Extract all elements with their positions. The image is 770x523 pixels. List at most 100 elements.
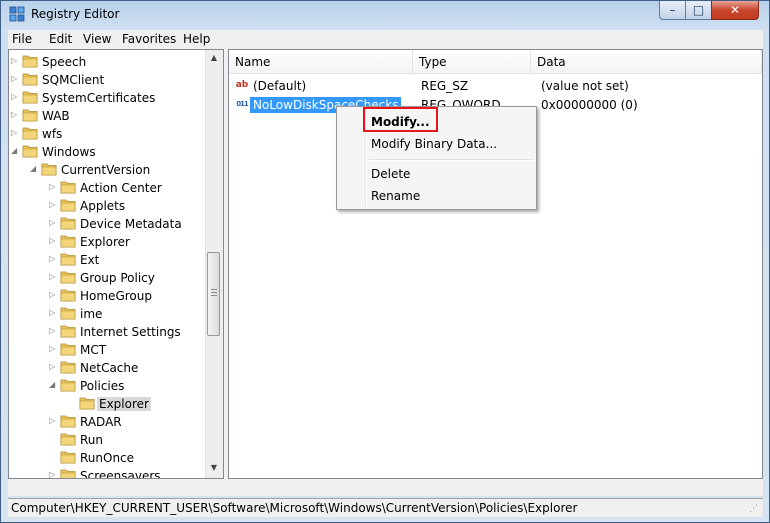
value-name: (Default) <box>253 79 307 93</box>
column-header-name[interactable]: Name <box>229 50 413 74</box>
tree-item[interactable]: ▷ SQMClient <box>11 71 211 89</box>
menu-view[interactable]: View <box>83 32 111 46</box>
binary-value-icon: 011 <box>236 100 249 108</box>
tree-item[interactable]: ▷ Group Policy <box>49 269 223 287</box>
registry-editor-window: Registry Editor – □ ✕ File Edit View Fav… <box>0 0 770 523</box>
tree-item-label: Speech <box>42 55 87 69</box>
expanded-arrow-icon[interactable]: ◢ <box>49 380 57 390</box>
menu-separator <box>369 159 534 161</box>
title-bar[interactable]: Registry Editor – □ ✕ <box>1 1 769 30</box>
expanded-arrow-icon[interactable]: ◢ <box>30 164 38 174</box>
folder-icon <box>60 469 76 478</box>
collapsed-arrow-icon[interactable]: ▷ <box>49 416 57 426</box>
tree-item[interactable]: ▷ Screensavers <box>49 467 223 479</box>
menu-edit[interactable]: Edit <box>49 32 72 46</box>
tree-item[interactable]: ▷ SystemCertificates <box>11 89 211 107</box>
tree-item[interactable]: ▷ Speech <box>11 53 211 71</box>
folder-icon <box>60 289 76 302</box>
tree-item[interactable]: ▷ Action Center <box>49 179 223 197</box>
collapsed-arrow-icon[interactable]: ▷ <box>11 92 19 102</box>
scroll-down-arrow-icon[interactable]: ▼ <box>206 460 222 476</box>
tree-item[interactable]: ◢ Policies <box>49 377 223 395</box>
tree-item[interactable]: ▷ Device Metadata <box>49 215 223 233</box>
scroll-thumb[interactable] <box>207 252 220 336</box>
minimize-button[interactable]: – <box>659 1 686 20</box>
menu-bar: File Edit View Favorites Help <box>8 30 763 49</box>
tree-item[interactable]: ▷ Applets <box>49 197 223 215</box>
folder-icon <box>22 91 38 104</box>
tree-item[interactable]: ◢ Windows <box>11 143 211 161</box>
string-value-icon: ab <box>235 80 249 90</box>
tree-item[interactable]: ▷ MCT <box>49 341 223 359</box>
tree-item-label: ime <box>80 307 103 321</box>
collapsed-arrow-icon[interactable]: ▷ <box>49 272 57 282</box>
tree-item-label: Device Metadata <box>80 217 182 231</box>
tree-scrollbar[interactable]: ▲ ▼ <box>205 50 223 478</box>
resize-grip-icon[interactable]: ⋰ <box>749 503 761 515</box>
close-button[interactable]: ✕ <box>711 1 759 20</box>
tree-item-label: MCT <box>80 343 107 357</box>
collapsed-arrow-icon[interactable]: ▷ <box>49 470 57 478</box>
collapsed-arrow-icon[interactable]: ▷ <box>49 236 57 246</box>
tree-item-label: Screensavers <box>80 469 161 479</box>
collapsed-arrow-icon[interactable]: ▷ <box>49 254 57 264</box>
tree-item-label: Ext <box>80 253 100 267</box>
tree-item[interactable]: ◢ CurrentVersion <box>30 161 223 179</box>
collapsed-arrow-icon[interactable]: ▷ <box>49 326 57 336</box>
tree-item[interactable]: ▷ HomeGroup <box>49 287 223 305</box>
tree-item[interactable]: ▷ ime <box>49 305 223 323</box>
tree-item[interactable]: Explorer <box>68 395 223 413</box>
status-bar: Computer\HKEY_CURRENT_USER\Software\Micr… <box>8 498 763 517</box>
column-header-type[interactable]: Type <box>413 50 531 74</box>
collapsed-arrow-icon[interactable]: ▷ <box>49 344 57 354</box>
tree-item-label: Applets <box>80 199 126 213</box>
collapsed-arrow-icon[interactable]: ▷ <box>11 56 19 66</box>
collapsed-arrow-icon[interactable]: ▷ <box>49 362 57 372</box>
folder-icon <box>60 181 76 194</box>
key-tree[interactable]: ▷ Speech ▷ SQMClient ▷ SystemCertificates ▷ WAB… <box>8 49 224 479</box>
collapsed-arrow-icon[interactable]: ▷ <box>11 128 19 138</box>
tree-item-label: HomeGroup <box>80 289 152 303</box>
tree-item[interactable]: ▷ RADAR <box>49 413 223 431</box>
tree-item-label: Policies <box>80 379 125 393</box>
value-type: REG_SZ <box>421 79 469 93</box>
collapsed-arrow-icon[interactable]: ▷ <box>49 200 57 210</box>
collapsed-arrow-icon[interactable]: ▷ <box>49 218 57 228</box>
registry-editor-icon <box>9 6 25 22</box>
maximize-button[interactable]: □ <box>685 1 712 20</box>
window-title: Registry Editor <box>31 7 120 21</box>
menu-item-delete[interactable]: Delete <box>371 167 410 181</box>
scroll-up-arrow-icon[interactable]: ▲ <box>206 50 222 66</box>
tree-item-label: Explorer <box>97 397 151 411</box>
folder-icon <box>60 217 76 230</box>
tree-item-label: SystemCertificates <box>42 91 156 105</box>
tree-item[interactable]: ▷ Internet Settings <box>49 323 223 341</box>
tree-item[interactable]: ▷ Ext <box>49 251 223 269</box>
list-item[interactable]: ab (Default) REG_SZ (value not set) <box>231 77 761 95</box>
tree-item[interactable]: ▷ NetCache <box>49 359 223 377</box>
collapsed-arrow-icon[interactable]: ▷ <box>49 182 57 192</box>
menu-favorites[interactable]: Favorites <box>122 32 176 46</box>
tree-item[interactable]: ▷ wfs <box>11 125 211 143</box>
folder-icon <box>60 235 76 248</box>
menu-help[interactable]: Help <box>183 32 210 46</box>
folder-icon <box>60 253 76 266</box>
tree-item[interactable]: Run <box>49 431 223 449</box>
collapsed-arrow-icon[interactable]: ▷ <box>49 308 57 318</box>
tree-item-label: wfs <box>42 127 63 141</box>
folder-icon <box>60 343 76 356</box>
column-header-data[interactable]: Data <box>531 50 762 74</box>
collapsed-arrow-icon[interactable]: ▷ <box>49 290 57 300</box>
tree-item-label: SQMClient <box>42 73 105 87</box>
menu-file[interactable]: File <box>12 32 32 46</box>
menu-item-rename[interactable]: Rename <box>371 189 420 203</box>
tree-item[interactable]: RunOnce <box>49 449 223 467</box>
collapsed-arrow-icon[interactable]: ▷ <box>11 74 19 84</box>
folder-icon <box>22 109 38 122</box>
menu-item-modify-binary[interactable]: Modify Binary Data... <box>371 137 497 151</box>
tree-item[interactable]: ▷ WAB <box>11 107 211 125</box>
collapsed-arrow-icon[interactable]: ▷ <box>11 110 19 120</box>
folder-icon <box>22 55 38 68</box>
expanded-arrow-icon[interactable]: ◢ <box>11 146 19 156</box>
tree-item[interactable]: ▷ Explorer <box>49 233 223 251</box>
